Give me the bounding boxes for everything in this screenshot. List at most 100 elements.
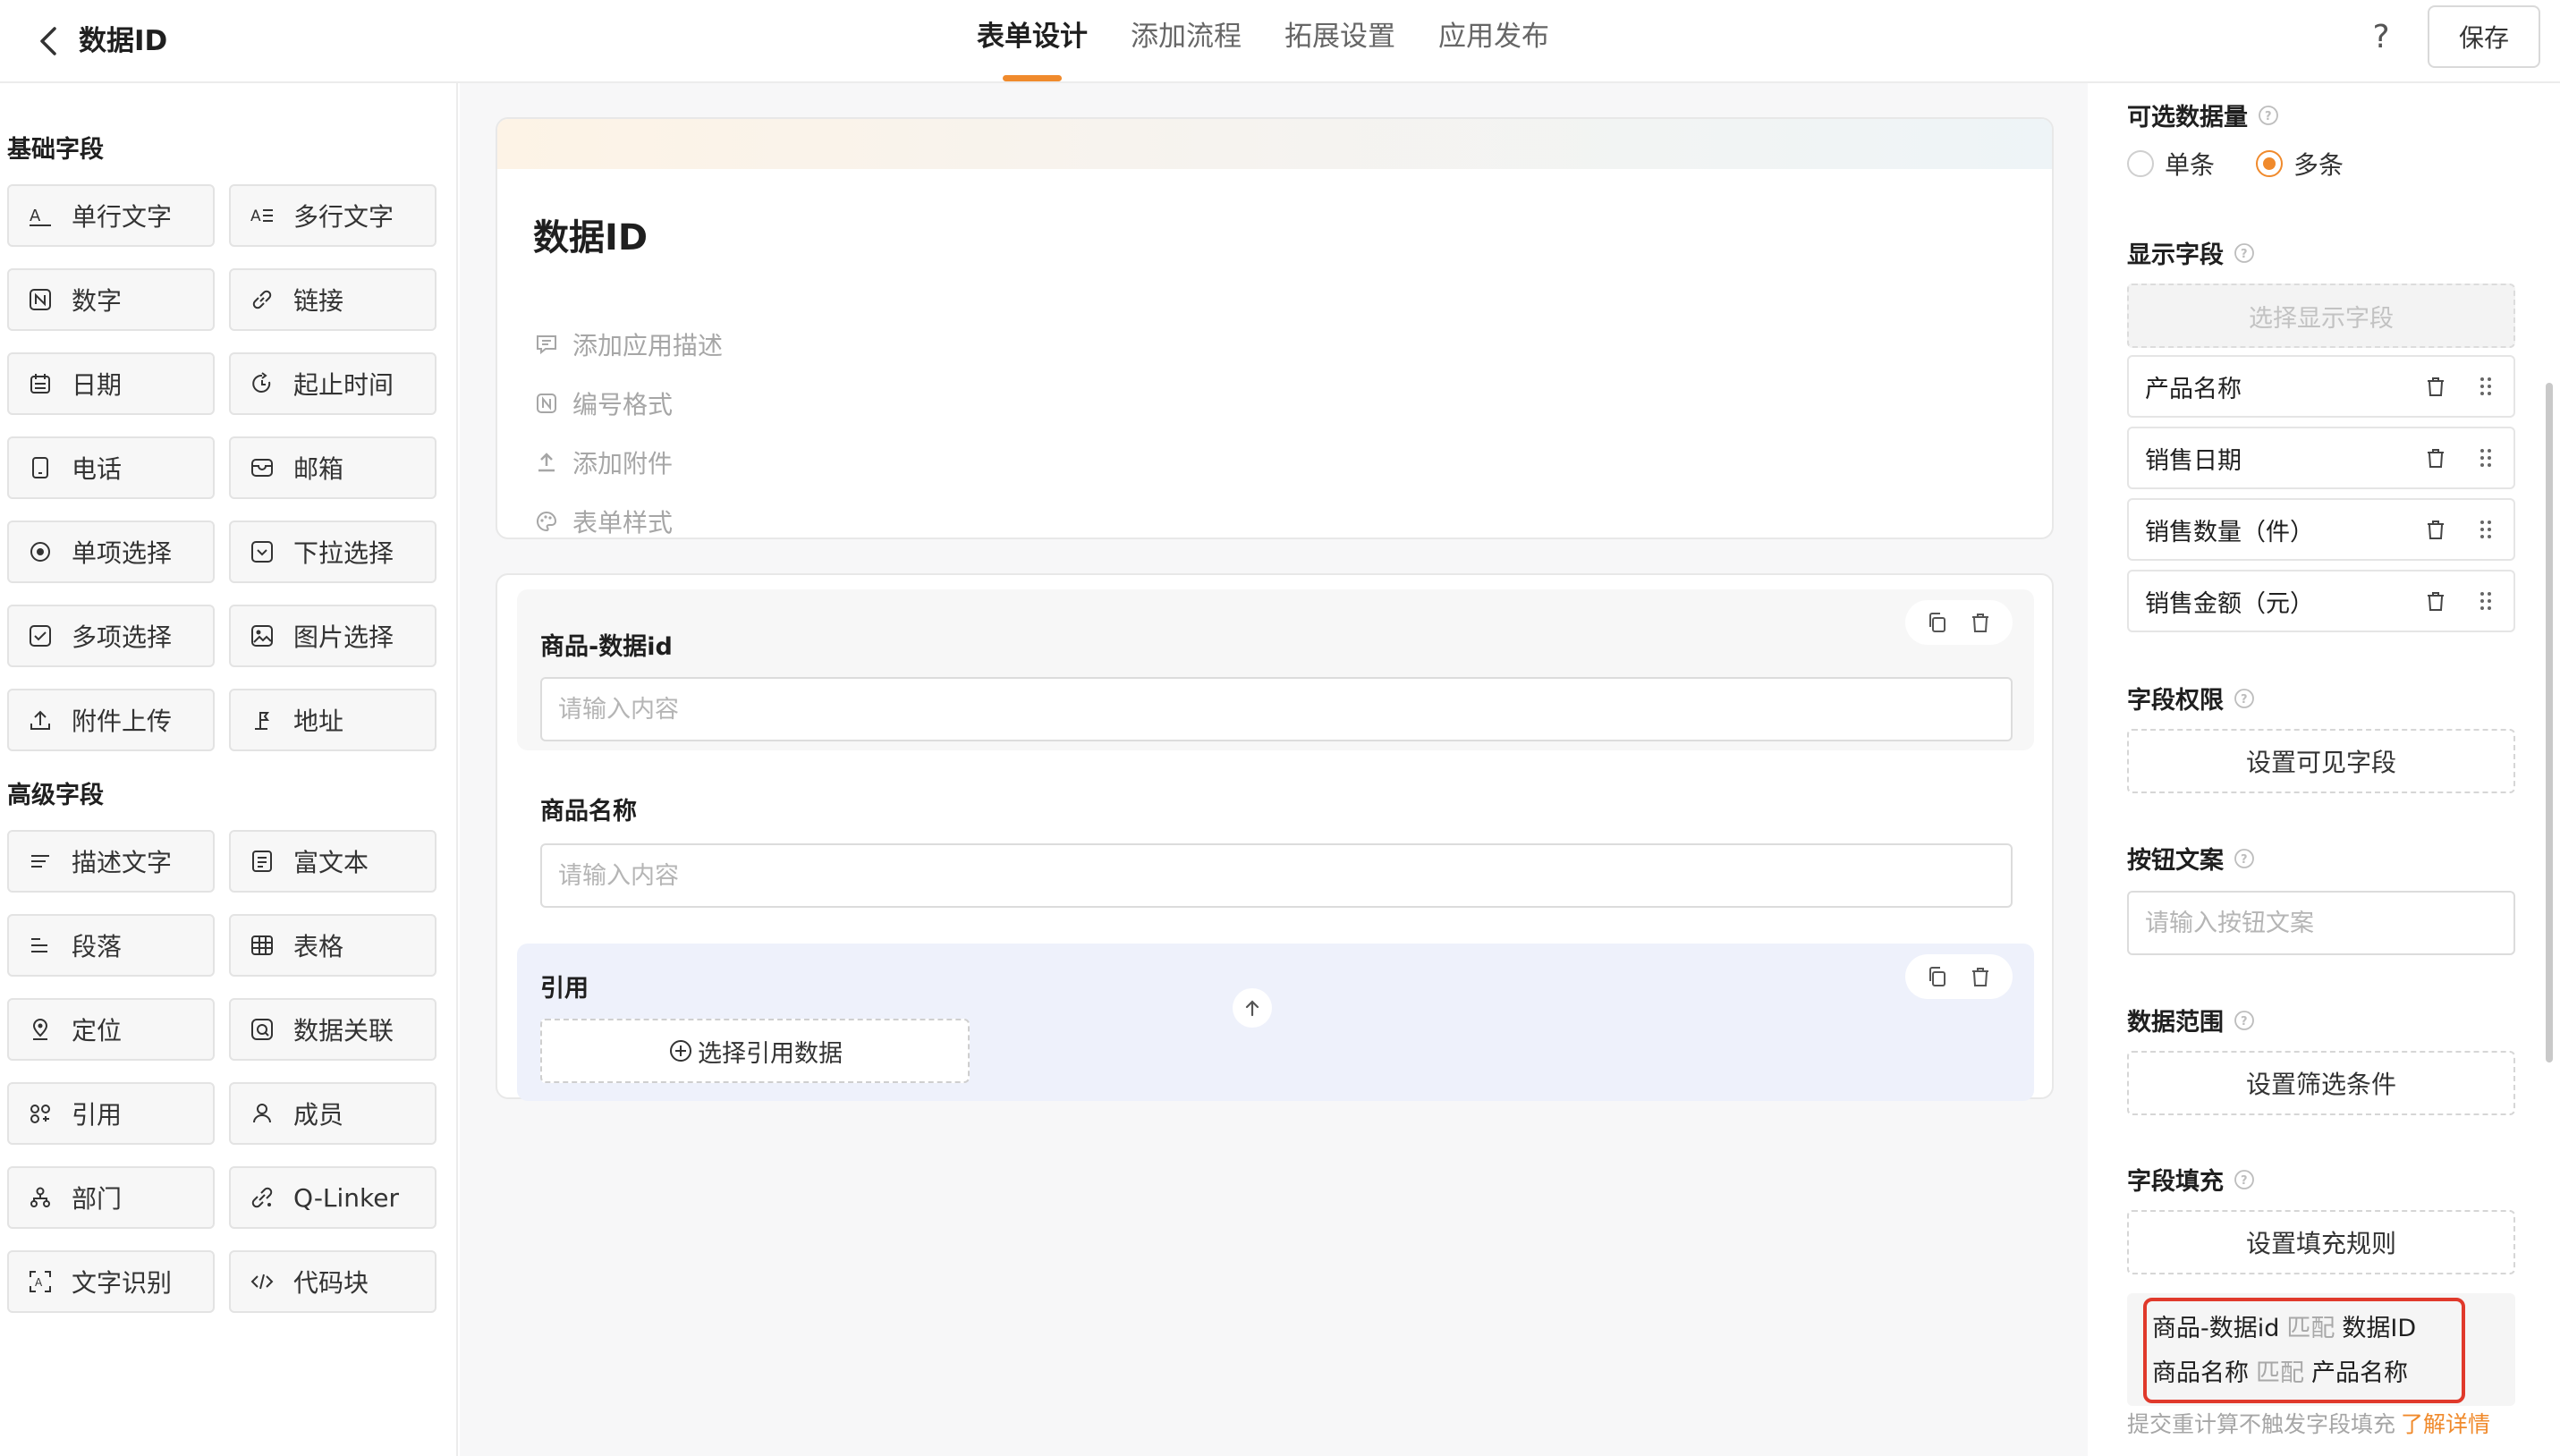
trash-icon[interactable] bbox=[1964, 961, 1996, 993]
field-text-recognition[interactable]: A 文字识别 bbox=[7, 1250, 215, 1313]
tab-app-publish[interactable]: 应用发布 bbox=[1417, 0, 1571, 83]
trash-icon[interactable] bbox=[1964, 606, 1996, 639]
help-icon[interactable]: ? bbox=[2360, 16, 2403, 59]
product-name-input[interactable] bbox=[540, 843, 2013, 908]
form-field-reference[interactable]: 引用 选择引用数据 bbox=[517, 944, 2034, 1101]
form-field-product-data-id[interactable]: 商品-数据id bbox=[517, 589, 2034, 750]
field-multi-line-text[interactable]: A 多行文字 bbox=[229, 184, 437, 247]
trash-icon[interactable] bbox=[2422, 516, 2449, 543]
field-single-line-text[interactable]: A 单行文字 bbox=[7, 184, 215, 247]
button-text-title: 按钮文案 ? bbox=[2127, 841, 2256, 876]
field-link[interactable]: 链接 bbox=[229, 268, 437, 331]
description-icon bbox=[27, 848, 54, 875]
field-dropdown[interactable]: 下拉选择 bbox=[229, 521, 437, 583]
back-button[interactable] bbox=[27, 20, 70, 63]
field-paragraph[interactable]: 段落 bbox=[7, 914, 215, 977]
field-table[interactable]: 表格 bbox=[229, 914, 437, 977]
field-data-relation[interactable]: 数据关联 bbox=[229, 998, 437, 1061]
field-number[interactable]: 数字 bbox=[7, 268, 215, 331]
field-label: 代码块 bbox=[293, 1268, 369, 1298]
field-multi-choice[interactable]: 多项选择 bbox=[7, 605, 215, 667]
multiline-text-icon: A bbox=[249, 202, 275, 229]
learn-more-link[interactable]: 了解详情 bbox=[2401, 1411, 2490, 1437]
radio-single[interactable]: 单条 bbox=[2127, 146, 2215, 182]
question-circle-icon[interactable]: ? bbox=[2233, 687, 2256, 710]
user-icon bbox=[249, 1100, 275, 1127]
move-up-button[interactable] bbox=[1233, 988, 1272, 1028]
display-field-label: 产品名称 bbox=[2145, 375, 2242, 403]
paragraph-icon bbox=[27, 932, 54, 959]
field-rich-text[interactable]: 富文本 bbox=[229, 830, 437, 893]
field-image-choice[interactable]: 图片选择 bbox=[229, 605, 437, 667]
field-email[interactable]: 邮箱 bbox=[229, 436, 437, 499]
q-linker-icon bbox=[249, 1184, 275, 1211]
tab-form-design[interactable]: 表单设计 bbox=[955, 0, 1109, 83]
scrollbar[interactable] bbox=[2546, 383, 2553, 1062]
drag-handle-icon[interactable] bbox=[2472, 373, 2499, 400]
mail-icon bbox=[249, 454, 275, 481]
add-attachment[interactable]: 添加附件 bbox=[533, 444, 673, 480]
field-label: 起止时间 bbox=[293, 370, 394, 400]
set-visible-fields-button[interactable]: 设置可见字段 bbox=[2127, 729, 2515, 793]
field-reference[interactable]: 引用 bbox=[7, 1082, 215, 1145]
form-title[interactable]: 数据ID bbox=[533, 208, 648, 260]
select-display-fields-button[interactable]: 选择显示字段 bbox=[2127, 284, 2515, 348]
field-label: 表格 bbox=[293, 932, 344, 961]
table-icon bbox=[249, 932, 275, 959]
question-circle-icon[interactable]: ? bbox=[2257, 104, 2280, 127]
field-attachment-upload[interactable]: 附件上传 bbox=[7, 689, 215, 751]
tab-extension-settings[interactable]: 拓展设置 bbox=[1263, 0, 1417, 83]
number-format[interactable]: 编号格式 bbox=[533, 385, 673, 421]
question-circle-icon[interactable]: ? bbox=[2233, 1009, 2256, 1032]
form-field-product-name[interactable]: 商品名称 bbox=[517, 750, 2034, 936]
tab-add-workflow[interactable]: 添加流程 bbox=[1109, 0, 1263, 83]
question-circle-icon[interactable]: ? bbox=[2233, 1168, 2256, 1191]
dropdown-icon bbox=[249, 538, 275, 565]
form-header-card: 数据ID 添加应用描述 编号格式 添加附件 表单样式 bbox=[496, 117, 2054, 539]
svg-text:A: A bbox=[250, 207, 261, 225]
button-text-input[interactable] bbox=[2127, 891, 2515, 955]
drag-handle-icon[interactable] bbox=[2472, 588, 2499, 614]
copy-icon[interactable] bbox=[1921, 606, 1954, 639]
question-circle-icon[interactable]: ? bbox=[2233, 241, 2256, 265]
data-range-title: 数据范围 ? bbox=[2127, 1003, 2256, 1037]
trash-icon[interactable] bbox=[2422, 588, 2449, 614]
section-label: 字段权限 bbox=[2127, 687, 2224, 715]
save-button[interactable]: 保存 bbox=[2428, 5, 2540, 68]
field-phone[interactable]: 电话 bbox=[7, 436, 215, 499]
field-date[interactable]: 日期 bbox=[7, 352, 215, 415]
form-style[interactable]: 表单样式 bbox=[533, 504, 673, 538]
field-address[interactable]: 地址 bbox=[229, 689, 437, 751]
field-toolbar bbox=[1905, 600, 2013, 645]
field-time-range[interactable]: 起止时间 bbox=[229, 352, 437, 415]
trash-icon[interactable] bbox=[2422, 444, 2449, 471]
select-reference-data-button[interactable]: 选择引用数据 bbox=[540, 1019, 970, 1083]
rich-text-icon bbox=[249, 848, 275, 875]
copy-icon[interactable] bbox=[1921, 961, 1954, 993]
product-data-id-input[interactable] bbox=[540, 677, 2013, 741]
scan-text-icon: A bbox=[27, 1268, 54, 1295]
question-circle-icon[interactable]: ? bbox=[2233, 847, 2256, 870]
link-icon bbox=[249, 286, 275, 313]
field-code-block[interactable]: 代码块 bbox=[229, 1250, 437, 1313]
add-app-description[interactable]: 添加应用描述 bbox=[533, 326, 723, 362]
radio-multiple[interactable]: 多条 bbox=[2256, 146, 2344, 182]
drag-handle-icon[interactable] bbox=[2472, 516, 2499, 543]
fill-target: 产品名称 bbox=[2311, 1359, 2408, 1387]
field-member[interactable]: 成员 bbox=[229, 1082, 437, 1145]
set-fill-rules-button[interactable]: 设置填充规则 bbox=[2127, 1210, 2515, 1274]
field-q-linker[interactable]: Q-Linker bbox=[229, 1166, 437, 1229]
field-location[interactable]: 定位 bbox=[7, 998, 215, 1061]
drag-handle-icon[interactable] bbox=[2472, 444, 2499, 471]
field-single-choice[interactable]: 单项选择 bbox=[7, 521, 215, 583]
upload-icon bbox=[533, 449, 560, 476]
trash-icon[interactable] bbox=[2422, 373, 2449, 400]
svg-text:?: ? bbox=[2241, 853, 2248, 867]
set-filter-conditions-button[interactable]: 设置筛选条件 bbox=[2127, 1051, 2515, 1115]
field-description-text[interactable]: 描述文字 bbox=[7, 830, 215, 893]
field-department[interactable]: 部门 bbox=[7, 1166, 215, 1229]
quantity-section-title: 可选数据量 ? bbox=[2127, 97, 2280, 132]
arrow-up-icon bbox=[1245, 1000, 1259, 1017]
meta-label: 编号格式 bbox=[572, 390, 674, 419]
fill-target: 数据ID bbox=[2342, 1315, 2417, 1342]
